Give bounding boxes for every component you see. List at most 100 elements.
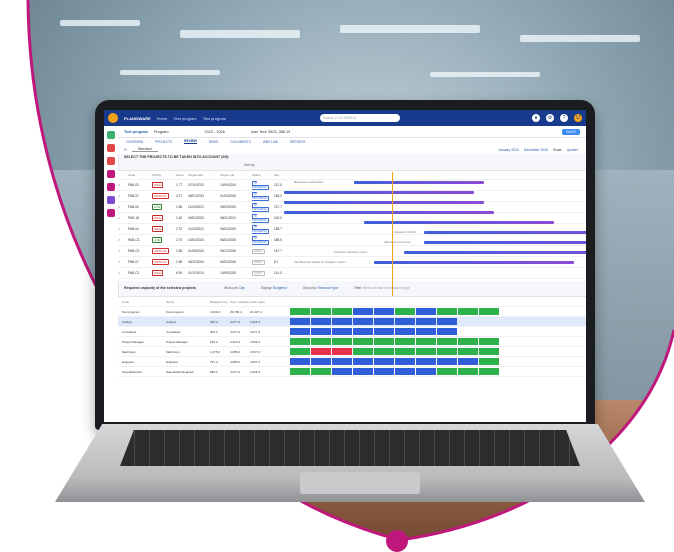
heat-cell — [416, 358, 436, 365]
capacity-row[interactable]: Machinery Machinery 1,275 d 4,085 d 2,537 d — [118, 347, 586, 357]
tab-risks[interactable]: RISKS — [209, 140, 219, 144]
tab-review[interactable]: REVIEW — [184, 139, 197, 144]
status-badge: IN PROGRESS — [252, 203, 269, 212]
heat-cell — [332, 348, 352, 355]
col-status[interactable]: Status — [252, 173, 274, 177]
capacity-row[interactable]: Engineer Engineer 791 d 4,085 d 4,537 d — [118, 357, 586, 367]
project-code[interactable]: PAB-C0 — [128, 249, 152, 253]
heatmap-strip — [290, 318, 499, 325]
cap-col-code[interactable]: Code — [118, 300, 166, 304]
col-priority[interactable]: Priority — [152, 173, 176, 177]
cap-col-prior[interactable]: Prior. capacity — [230, 300, 250, 304]
help-icon[interactable]: ? — [560, 114, 568, 122]
capacity-row[interactable]: Specialized En... Specialized Engineer 589… — [118, 367, 586, 377]
project-code[interactable]: PAB-C3 — [128, 238, 152, 242]
gantt-bar[interactable] — [284, 201, 484, 204]
cap-code[interactable]: Analyst — [118, 320, 166, 324]
capacity-row[interactable]: Test program Test program 4,039 d 35,786 d 2… — [118, 307, 586, 317]
gantt-bar[interactable] — [284, 191, 474, 194]
heat-cell — [290, 358, 310, 365]
project-code[interactable]: PAB-C2 — [128, 271, 152, 275]
tab-reports[interactable]: REPORTS — [290, 140, 305, 144]
cap-code[interactable]: Specialized En... — [118, 370, 166, 374]
col-target-end[interactable]: Target end — [220, 173, 252, 177]
gantt-bar[interactable] — [354, 181, 484, 184]
capacity-row[interactable]: Project Manager Project Manager 155 d 2,330… — [118, 337, 586, 347]
sort-by[interactable]: Sort by — [244, 163, 255, 167]
home-icon[interactable] — [107, 131, 115, 139]
users-icon[interactable] — [107, 170, 115, 178]
row-checkbox[interactable]: ✓ — [118, 271, 128, 275]
priority-cell: CRITICAL — [152, 259, 176, 265]
breadcrumb-current[interactable]: Test program — [203, 116, 226, 121]
col-score[interactable]: Score — [176, 173, 188, 177]
chart-icon[interactable] — [107, 209, 115, 217]
cap-code[interactable]: Project Manager — [118, 340, 166, 344]
group-by-select[interactable]: Resource type — [318, 286, 339, 290]
breadcrumb-program[interactable]: Test program — [173, 116, 196, 121]
capacity-row[interactable]: Analyst Analyst 339 d 4,077 d 3,325 d — [118, 317, 586, 327]
search-input[interactable]: Search (Ctrl+Shift+K) — [320, 114, 400, 122]
gantt-bar[interactable] — [284, 211, 494, 214]
row-checkbox[interactable]: ✓ — [118, 249, 128, 253]
col-target-start[interactable]: Target start — [188, 173, 220, 177]
to-date[interactable]: December 2026 — [524, 148, 548, 152]
breadcrumb-home[interactable]: Home — [157, 116, 168, 121]
priority-badge: CRITICAL — [152, 248, 169, 254]
settings-icon[interactable]: ⚙ — [546, 114, 554, 122]
heat-cell — [290, 338, 310, 345]
cap-code[interactable]: Engineer — [118, 360, 166, 364]
tab-wbs-link[interactable]: WBS LINK — [263, 140, 278, 144]
project-code[interactable]: PAB-03 — [128, 183, 152, 187]
heat-cell — [374, 318, 394, 325]
tab-overview[interactable]: OVERVIEW — [126, 140, 143, 144]
cap-code[interactable]: Consultant — [118, 330, 166, 334]
target-end: 04/02/2026 — [220, 260, 236, 264]
gantt-bar[interactable] — [374, 261, 574, 264]
row-checkbox[interactable]: ✓ — [118, 238, 128, 242]
gantt-bar[interactable] — [424, 231, 586, 234]
gantt-bar[interactable] — [424, 241, 586, 244]
user-avatar[interactable]: U — [574, 114, 582, 122]
tab-documents[interactable]: DOCUMENTS — [230, 140, 251, 144]
row-checkbox[interactable]: ✓ — [118, 183, 128, 187]
project-code[interactable]: PAB-18 — [128, 216, 152, 220]
clock-icon[interactable] — [107, 157, 115, 165]
capacity-row[interactable]: Consultant Consultant 305 d 4,077 d 4,477 d — [118, 327, 586, 337]
cap-col-avail[interactable]: Avail. capa — [250, 300, 270, 304]
row-checkbox[interactable]: ✓ — [118, 227, 128, 231]
row-checkbox[interactable]: ✓ — [118, 194, 128, 198]
gantt-bar[interactable] — [404, 251, 586, 254]
project-code[interactable]: PAB-06 — [128, 205, 152, 209]
cap-avail: 3,325 d — [250, 319, 261, 324]
cap-code[interactable]: Machinery — [118, 350, 166, 354]
team-icon[interactable] — [107, 183, 115, 191]
display-select[interactable]: Budgeted — [273, 286, 287, 290]
col-slot[interactable]: Slot — [274, 173, 286, 177]
project-code[interactable]: PAB-07 — [128, 260, 152, 264]
row-checkbox[interactable]: ✓ — [118, 216, 128, 220]
cap-code[interactable]: Test program — [118, 310, 166, 314]
tab-bar: OVERVIEW PROJECTS REVIEW RISKS DOCUMENTS… — [118, 138, 586, 145]
project-type: Program — [153, 129, 169, 134]
col-code[interactable]: Code — [128, 173, 152, 177]
cap-col-budgeted[interactable]: Budgeted wo — [210, 300, 230, 304]
refresh-icon[interactable]: ⟳ — [124, 148, 127, 152]
save-button[interactable]: SAVE — [562, 128, 580, 135]
cap-col-name[interactable]: Name — [166, 300, 210, 304]
layers-icon[interactable] — [107, 196, 115, 204]
tab-projects[interactable]: PROJECTS — [155, 140, 172, 144]
project-code[interactable]: PAB-01 — [128, 194, 152, 198]
scale-select[interactable]: Quarter — [567, 148, 579, 152]
project-code[interactable]: PAB-04 — [128, 227, 152, 231]
row-checkbox[interactable]: ✓ — [118, 260, 128, 264]
view-selector[interactable]: Standard — [131, 147, 158, 152]
row-checkbox[interactable]: ✓ — [118, 205, 128, 209]
heat-cell — [437, 338, 457, 345]
bell-icon[interactable]: ● — [532, 114, 540, 122]
filter-input[interactable]: Select at least one resource type — [363, 286, 409, 290]
work-unit-select[interactable]: Day — [239, 286, 245, 290]
portfolio-icon[interactable] — [107, 144, 115, 152]
score: 2.27 — [176, 194, 183, 198]
from-date[interactable]: January 2023 — [498, 148, 519, 152]
